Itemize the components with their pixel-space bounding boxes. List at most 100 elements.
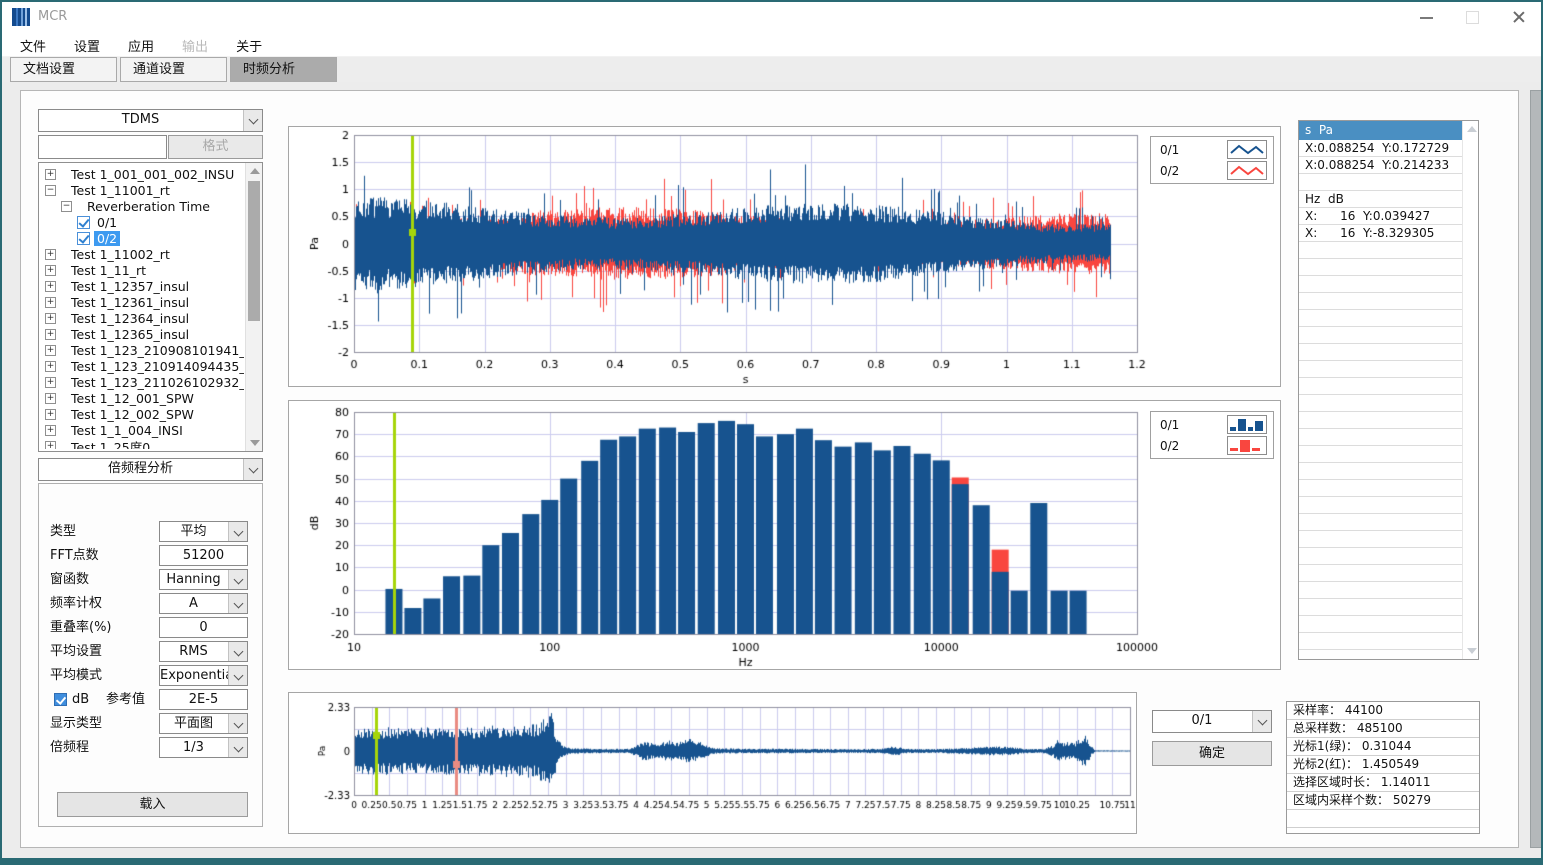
expand-icon[interactable]: +: [45, 281, 56, 292]
collapse-icon[interactable]: −: [61, 201, 72, 212]
maximize-button[interactable]: [1449, 2, 1495, 32]
tree-item[interactable]: −Reverberation Time: [41, 198, 244, 214]
tree-item-label: Test 1_12357_insul: [68, 279, 192, 294]
values-scrollbar[interactable]: [1462, 121, 1478, 659]
frequency-weighting-select[interactable]: A: [159, 593, 248, 614]
load-button[interactable]: 载入: [57, 792, 248, 817]
time-domain-chart[interactable]: 0/10/2: [288, 126, 1281, 387]
tree-item[interactable]: + Test 1_11002_rt: [41, 246, 244, 262]
tree-item[interactable]: 0/1: [41, 214, 244, 230]
tree-item[interactable]: + Test 1_12357_insul: [41, 278, 244, 294]
expand-icon[interactable]: +: [45, 265, 56, 276]
tree-item[interactable]: +Test 1_11_rt: [41, 262, 244, 278]
tree-scrollbar-thumb[interactable]: [248, 181, 260, 321]
tree-item[interactable]: +Test 1_123_211026102932_spw: [41, 374, 244, 390]
channel-checkbox[interactable]: [77, 232, 90, 245]
value-row[interactable]: X:0.088254 Y:0.172729: [1299, 140, 1462, 157]
tab-通道设置[interactable]: 通道设置: [120, 57, 227, 82]
frequency-weighting-value: A: [160, 594, 227, 613]
tree-item[interactable]: 0/2: [41, 230, 244, 246]
octave-fraction-value: 1/3: [160, 738, 227, 757]
average-mode-select[interactable]: Exponential: [159, 665, 248, 686]
fft-points-input[interactable]: 51200: [159, 545, 248, 566]
overlap-label: 重叠率(%): [50, 617, 112, 638]
tree-item-label: Test 1_11001_rt: [68, 183, 173, 198]
analysis-type-select[interactable]: 倍频程分析: [38, 458, 263, 481]
octave-spectrum-chart[interactable]: 0/10/2: [288, 400, 1281, 670]
expand-icon[interactable]: +: [45, 169, 56, 180]
menu-item-应用[interactable]: 应用: [114, 32, 168, 56]
window-function-label: 窗函数: [50, 569, 89, 590]
confirm-button[interactable]: 确定: [1152, 741, 1272, 766]
expand-icon[interactable]: +: [45, 393, 56, 404]
overview-waveform-canvas[interactable]: [289, 693, 1136, 833]
close-button[interactable]: [1495, 2, 1541, 32]
info-row: 采样率： 44100: [1287, 702, 1479, 720]
tree-item[interactable]: +Test 1_123_210914094435_spw: [41, 358, 244, 374]
page-scrollbar[interactable]: [1530, 90, 1543, 848]
empty-row: [1299, 276, 1462, 293]
tree-item-label: Test 1_11002_rt: [68, 247, 173, 262]
expand-icon[interactable]: +: [45, 361, 56, 372]
legend-entry: 0/1: [1151, 414, 1273, 435]
expand-icon[interactable]: +: [45, 297, 56, 308]
empty-row: [1299, 514, 1462, 531]
overview-waveform-chart[interactable]: [288, 692, 1137, 834]
value-row[interactable]: X: 16 Y:0.039427: [1299, 208, 1462, 225]
tree-item[interactable]: +Test 1_12365_insul: [41, 326, 244, 342]
menu-item-关于[interactable]: 关于: [222, 32, 276, 56]
type-value: 平均: [160, 522, 227, 541]
tree-item[interactable]: +Test 1_12_001_SPW: [41, 390, 244, 406]
value-row[interactable]: X: 16 Y:-8.329305: [1299, 225, 1462, 242]
expand-icon[interactable]: +: [45, 425, 56, 436]
octave-spectrum-canvas[interactable]: [289, 401, 1280, 669]
tree-item[interactable]: +Test 1_12_002_SPW: [41, 406, 244, 422]
time-domain-canvas[interactable]: [289, 127, 1280, 386]
tab-文档设置[interactable]: 文档设置: [10, 57, 117, 82]
octave-fraction-select[interactable]: 1/3: [159, 737, 248, 758]
value-row[interactable]: Hz dB: [1299, 191, 1462, 208]
db-reference-checkbox[interactable]: [54, 693, 67, 706]
display-type-select[interactable]: 平面图: [159, 713, 248, 734]
expand-icon[interactable]: +: [45, 249, 56, 260]
menu-item-输出: 输出: [168, 32, 222, 56]
tree-item[interactable]: +Test 1_123_210908101941_spw: [41, 342, 244, 358]
tree-item[interactable]: +Test 1_12364_insul: [41, 310, 244, 326]
window-function-select[interactable]: Hanning: [159, 569, 248, 590]
info-row: 总采样数： 485100: [1287, 720, 1479, 738]
empty-row: [1299, 344, 1462, 361]
menu-item-设置[interactable]: 设置: [60, 32, 114, 56]
info-value: 0.31044: [1362, 739, 1412, 753]
average-setting-select[interactable]: RMS: [159, 641, 248, 662]
info-label: 光标2(红)：: [1293, 757, 1362, 771]
minimize-button[interactable]: [1403, 2, 1449, 32]
format-button[interactable]: 格式: [168, 135, 263, 159]
type-select[interactable]: 平均: [159, 521, 248, 542]
expand-icon[interactable]: +: [45, 377, 56, 388]
db-reference-input[interactable]: 2E-5: [159, 689, 248, 710]
expand-icon[interactable]: +: [45, 313, 56, 324]
file-format-select[interactable]: TDMS: [38, 109, 263, 132]
value-row[interactable]: X:0.088254 Y:0.214233: [1299, 157, 1462, 174]
filter-input[interactable]: [38, 135, 167, 159]
empty-row: [1299, 378, 1462, 395]
info-value: 44100: [1345, 703, 1383, 717]
tree-item[interactable]: +Test 1_12361_insul: [41, 294, 244, 310]
tree-scrollbar[interactable]: [245, 163, 262, 451]
average-setting-value: RMS: [160, 642, 227, 661]
channel-checkbox[interactable]: [77, 216, 90, 229]
collapse-icon[interactable]: −: [45, 185, 56, 196]
tree-item[interactable]: +Test 1_001_001_002_INSU: [41, 166, 244, 182]
expand-icon[interactable]: +: [45, 441, 56, 450]
expand-icon[interactable]: +: [45, 409, 56, 420]
tab-时频分析[interactable]: 时频分析: [230, 57, 337, 82]
expand-icon[interactable]: +: [45, 345, 56, 356]
channel-select[interactable]: 0/1: [1152, 710, 1272, 733]
tree-item[interactable]: − Test 1_11001_rt: [41, 182, 244, 198]
expand-icon[interactable]: +: [45, 329, 56, 340]
info-row: 光标1(绿)： 0.31044: [1287, 738, 1479, 756]
overlap-input[interactable]: 0: [159, 617, 248, 638]
cursor-values-panel: s Pa X:0.088254 Y:0.172729X:0.088254 Y:0…: [1298, 120, 1479, 660]
tree-item[interactable]: +Test 1_25度0: [41, 438, 244, 449]
menu-item-文件[interactable]: 文件: [6, 32, 60, 56]
